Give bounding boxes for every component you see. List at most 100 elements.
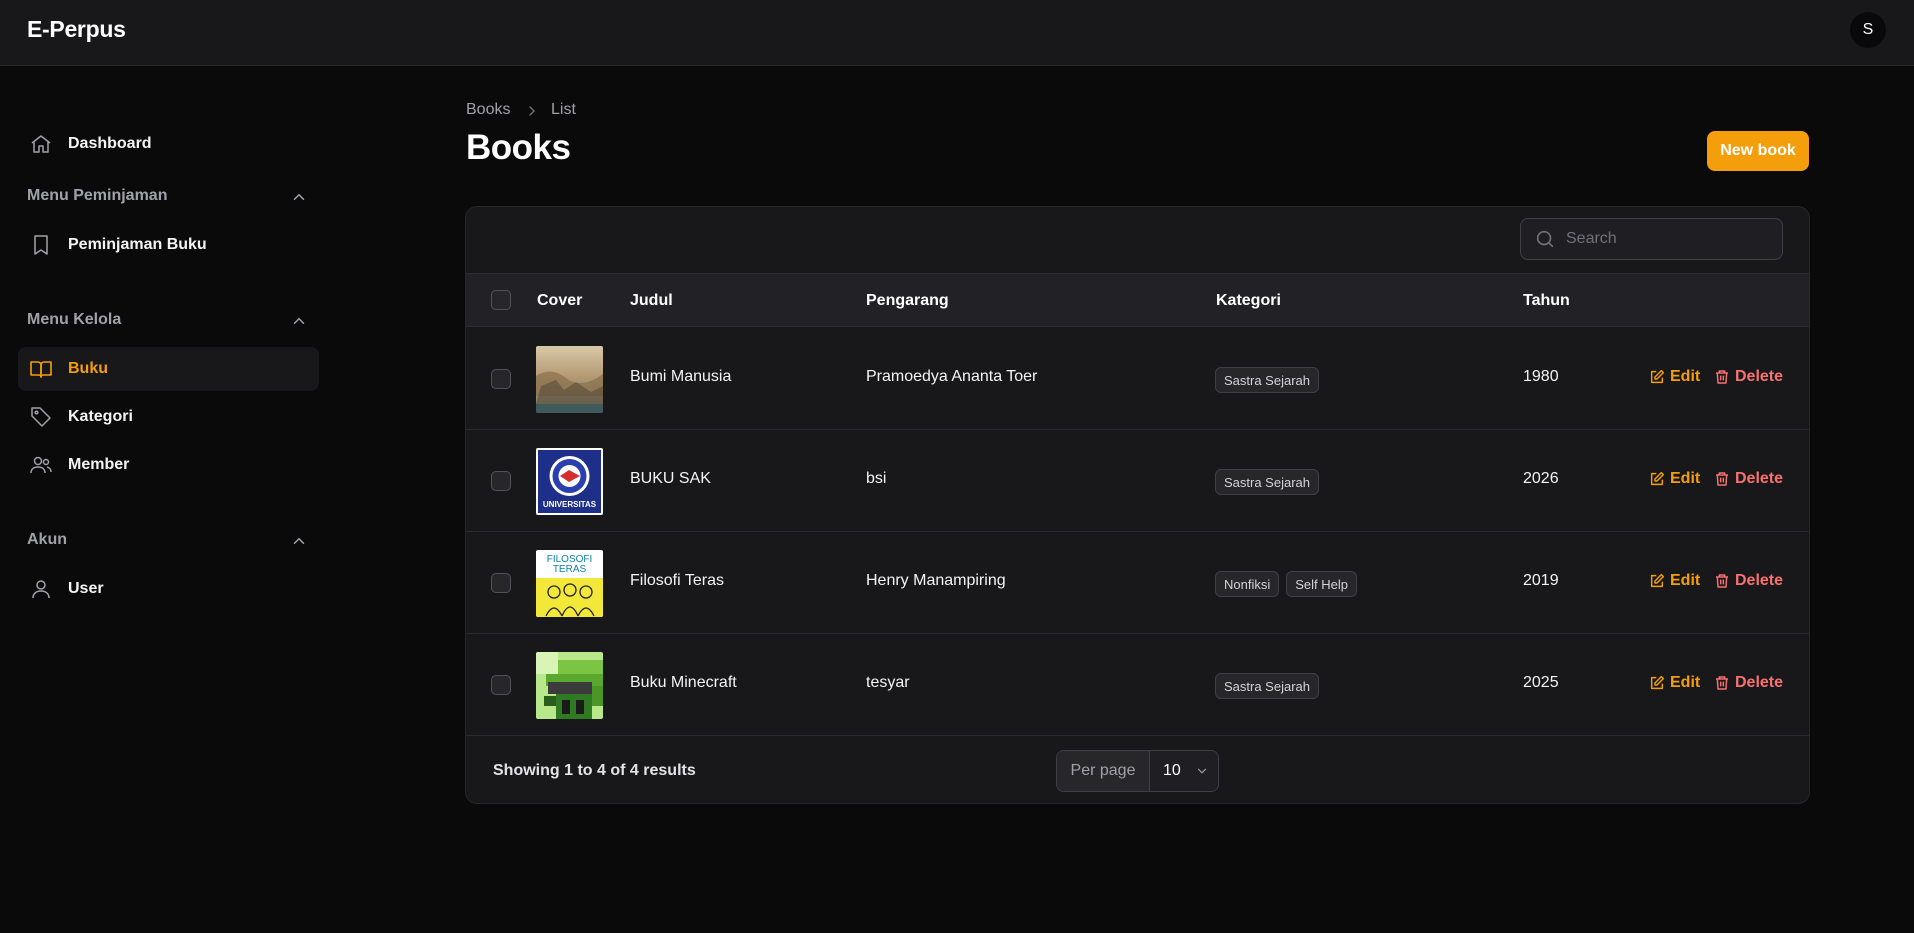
book-cover-image	[536, 652, 603, 719]
row-checkbox[interactable]	[491, 471, 511, 491]
cell-pengarang: tesyar	[866, 674, 910, 691]
kategori-badges: Sastra Sejarah	[1215, 367, 1319, 393]
row-checkbox[interactable]	[491, 675, 511, 695]
sidebar-item-buku[interactable]: Buku	[18, 347, 319, 391]
header-cover: Cover	[537, 292, 583, 309]
cell-pengarang: Pramoedya Ananta Toer	[866, 368, 1038, 385]
edit-icon	[1650, 369, 1665, 384]
cover-text: UNIVERSITAS	[543, 500, 597, 509]
table-row[interactable]: Bumi Manusia Pramoedya Ananta Toer Sastr…	[466, 328, 1809, 430]
user-icon	[28, 576, 54, 602]
page-title: Books	[466, 128, 571, 167]
cell-pengarang: Henry Manampiring	[866, 572, 1006, 589]
row-checkbox[interactable]	[491, 369, 511, 389]
edit-button[interactable]: Edit	[1649, 572, 1700, 590]
book-cover-image: FILOSOFI TERAS	[536, 550, 603, 617]
header-judul[interactable]: Judul	[630, 292, 673, 310]
chevron-down-icon	[1197, 768, 1206, 774]
new-book-button[interactable]: New book	[1707, 131, 1809, 171]
top-bar: E-Perpus S	[0, 0, 1914, 66]
per-page-dropdown[interactable]: 10	[1150, 751, 1218, 791]
delete-label: Delete	[1735, 674, 1784, 691]
kategori-badges: Sastra Sejarah	[1215, 673, 1319, 699]
per-page-label: Per page	[1057, 751, 1150, 791]
users-icon	[28, 452, 54, 478]
cover-text: TERAS	[553, 564, 587, 575]
cell-judul: BUKU SAK	[630, 470, 711, 487]
header-kategori[interactable]: Kategori	[1216, 292, 1281, 310]
delete-button[interactable]: Delete	[1714, 368, 1783, 386]
header-pengarang[interactable]: Pengarang	[866, 292, 949, 310]
category-badge: Nonfiksi	[1215, 571, 1280, 597]
sidebar-item-user[interactable]: User	[18, 567, 319, 611]
sidebar-item-label: User	[68, 580, 104, 597]
sidebar-item-label: Kategori	[68, 408, 133, 425]
cell-tahun: 2019	[1523, 572, 1559, 589]
book-cover-image	[536, 346, 603, 413]
search-field[interactable]	[1520, 218, 1783, 260]
book-open-icon	[28, 356, 54, 382]
cell-judul: Buku Minecraft	[630, 674, 737, 691]
category-badge: Sastra Sejarah	[1215, 469, 1319, 495]
per-page-value: 10	[1163, 762, 1181, 779]
sidebar-item-label: Buku	[68, 360, 108, 377]
kategori-badges: Nonfiksi Self Help	[1215, 571, 1357, 597]
table-header: Cover Judul Pengarang Kategori Tahun	[466, 273, 1809, 327]
group-label-akun[interactable]: Akun	[27, 531, 67, 549]
edit-icon	[1650, 471, 1665, 486]
sidebar-item-dashboard[interactable]: Dashboard	[18, 122, 319, 166]
sidebar-item-peminjaman-buku[interactable]: Peminjaman Buku	[18, 223, 319, 267]
pagination-summary: Showing 1 to 4 of 4 results	[493, 762, 696, 779]
group-label-menu-kelola[interactable]: Menu Kelola	[27, 311, 121, 329]
category-badge: Self Help	[1286, 571, 1357, 597]
cell-tahun: 1980	[1523, 368, 1559, 385]
cell-judul: Bumi Manusia	[630, 368, 732, 385]
sidebar-item-label: Peminjaman Buku	[68, 236, 207, 253]
cell-pengarang: bsi	[866, 470, 887, 487]
table-row[interactable]: FILOSOFI TERAS Filosofi Teras Henry Mana…	[466, 532, 1809, 634]
chevron-up-icon[interactable]	[290, 312, 308, 330]
search-icon	[1534, 228, 1556, 250]
sidebar-item-kategori[interactable]: Kategori	[18, 395, 319, 439]
table-row[interactable]: UNIVERSITAS BUKU SAK bsi Sastra Sejarah …	[466, 430, 1809, 532]
books-table-card: Cover Judul Pengarang Kategori Tahun Bum…	[465, 206, 1810, 804]
sidebar-item-label: Member	[68, 456, 130, 473]
edit-icon	[1650, 573, 1665, 588]
delete-button[interactable]: Delete	[1714, 674, 1783, 692]
trash-icon	[1716, 574, 1728, 588]
sidebar: Dashboard Menu Peminjaman Peminjaman Buk…	[0, 67, 330, 933]
sidebar-item-label: Dashboard	[68, 135, 152, 152]
chevron-up-icon[interactable]	[290, 532, 308, 550]
trash-icon	[1716, 676, 1728, 690]
brand-logo[interactable]: E-Perpus	[27, 16, 126, 43]
edit-label: Edit	[1670, 470, 1701, 487]
delete-button[interactable]: Delete	[1714, 572, 1783, 590]
chevron-up-icon[interactable]	[290, 188, 308, 206]
edit-button[interactable]: Edit	[1649, 674, 1700, 692]
delete-label: Delete	[1735, 470, 1784, 487]
search-input[interactable]	[1566, 230, 1766, 248]
breadcrumb-books[interactable]: Books	[466, 101, 510, 119]
edit-label: Edit	[1670, 368, 1701, 385]
user-avatar[interactable]: S	[1850, 12, 1886, 48]
group-label-menu-peminjaman[interactable]: Menu Peminjaman	[27, 187, 167, 205]
cell-tahun: 2026	[1523, 470, 1559, 487]
edit-button[interactable]: Edit	[1649, 470, 1700, 488]
bookmark-icon	[28, 232, 54, 258]
header-tahun[interactable]: Tahun	[1523, 292, 1570, 310]
edit-label: Edit	[1670, 674, 1701, 691]
table-footer: Showing 1 to 4 of 4 results Per page 10	[466, 737, 1809, 803]
row-checkbox[interactable]	[491, 573, 511, 593]
table-row[interactable]: Buku Minecraft tesyar Sastra Sejarah 202…	[466, 634, 1809, 736]
select-all-checkbox[interactable]	[491, 290, 511, 310]
sidebar-item-member[interactable]: Member	[18, 443, 319, 487]
chevron-right-icon	[524, 103, 540, 119]
per-page-select[interactable]: Per page 10	[1056, 750, 1219, 792]
edit-button[interactable]: Edit	[1649, 368, 1700, 386]
tag-icon	[28, 404, 54, 430]
cell-tahun: 2025	[1523, 674, 1559, 691]
delete-label: Delete	[1735, 572, 1784, 589]
edit-label: Edit	[1670, 572, 1701, 589]
book-cover-image: UNIVERSITAS	[536, 448, 603, 515]
delete-button[interactable]: Delete	[1714, 470, 1783, 488]
